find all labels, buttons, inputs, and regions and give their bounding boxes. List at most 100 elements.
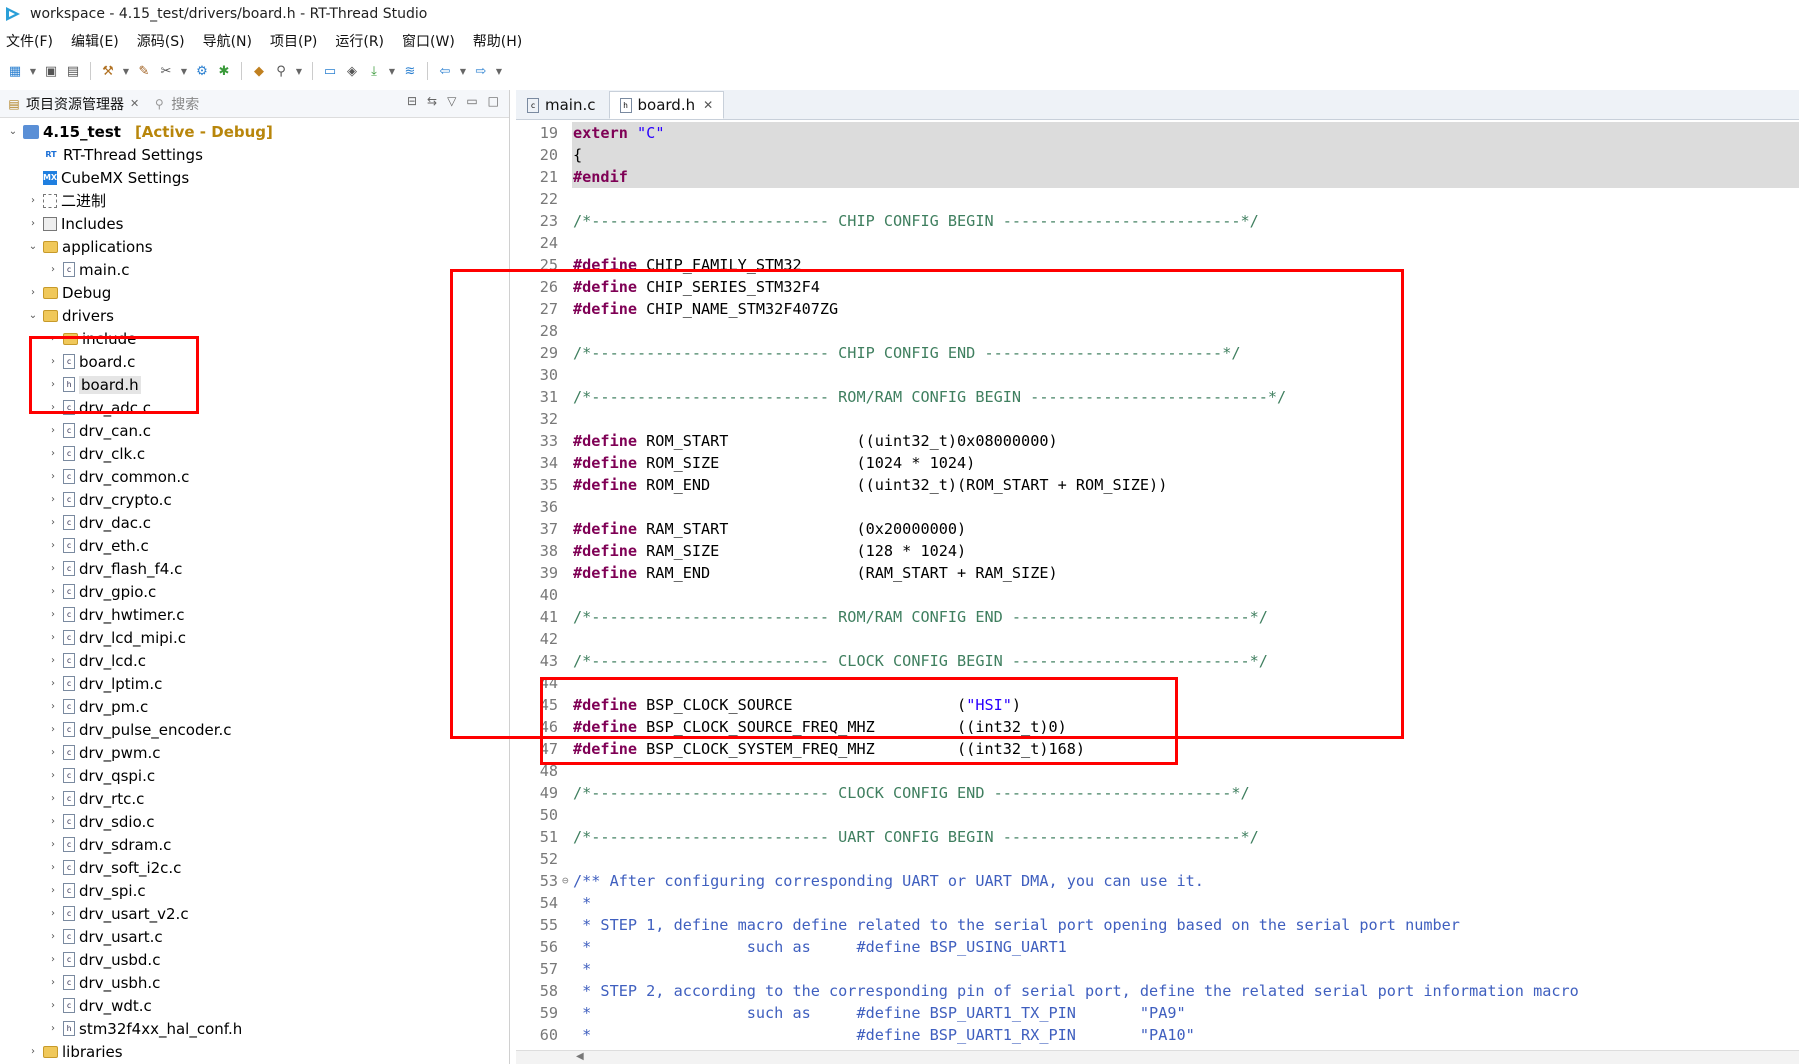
chevron-down-icon[interactable]: ▼ [294, 62, 304, 80]
chevron-right-icon[interactable]: › [46, 839, 60, 850]
cpu-icon[interactable]: ⚙ [193, 62, 211, 80]
chevron-right-icon[interactable]: › [46, 908, 60, 919]
code-line[interactable]: 52 [516, 848, 1799, 870]
chevron-down-icon[interactable]: ▼ [28, 62, 38, 80]
chevron-right-icon[interactable]: › [46, 632, 60, 643]
chevron-right-icon[interactable]: › [46, 724, 60, 735]
chevron-down-icon[interactable]: ⌄ [26, 241, 40, 252]
tree-item-file[interactable]: › c drv_flash_f4.c [0, 557, 509, 580]
menu-item-1[interactable]: 编辑(E) [71, 31, 119, 51]
code-line[interactable]: 21 #endif [516, 166, 1799, 188]
code-line[interactable]: 59 * such as #define BSP_UART1_TX_PIN "P… [516, 1002, 1799, 1024]
chevron-right-icon[interactable]: › [26, 1046, 40, 1057]
chevron-right-icon[interactable]: › [46, 517, 60, 528]
chevron-right-icon[interactable]: › [46, 563, 60, 574]
package-icon[interactable]: ◆ [250, 62, 268, 80]
code-line[interactable]: 28 [516, 320, 1799, 342]
chevron-right-icon[interactable]: › [46, 862, 60, 873]
view-menu-icon[interactable]: ▽ [447, 94, 456, 108]
chevron-right-icon[interactable]: › [46, 770, 60, 781]
tree-item-file[interactable]: › c drv_pm.c [0, 695, 509, 718]
tools-icon[interactable]: ✂ [157, 62, 175, 80]
code-line[interactable]: 48 [516, 760, 1799, 782]
new-icon[interactable]: ▦ [6, 62, 24, 80]
tab-search[interactable]: ⚲ 搜索 [145, 91, 205, 117]
tree-item-file[interactable]: › c drv_qspi.c [0, 764, 509, 787]
close-icon[interactable]: ✕ [130, 97, 139, 110]
tree-item-file[interactable]: › c drv_soft_i2c.c [0, 856, 509, 879]
chevron-down-icon[interactable]: ▼ [494, 62, 504, 80]
chevron-right-icon[interactable]: › [46, 747, 60, 758]
tree-item-debug[interactable]: › Debug [0, 281, 509, 304]
tree-item-file[interactable]: › h board.h [0, 373, 509, 396]
tab-board-h[interactable]: h board.h ✕ [608, 91, 725, 119]
code-line[interactable]: 26 #define CHIP_SERIES_STM32F4 [516, 276, 1799, 298]
tree-item-file[interactable]: › c drv_rtc.c [0, 787, 509, 810]
chevron-down-icon[interactable]: ⌄ [6, 126, 20, 137]
tree-item-file[interactable]: › c drv_common.c [0, 465, 509, 488]
tree-item-file[interactable]: › c drv_spi.c [0, 879, 509, 902]
tab-project-explorer[interactable]: ▤ 项目资源管理器 ✕ [0, 91, 145, 117]
tree-item-file[interactable]: › h stm32f4xx_hal_conf.h [0, 1017, 509, 1040]
code-line[interactable]: 49 /*-------------------------- CLOCK CON… [516, 782, 1799, 804]
menu-item-6[interactable]: 窗口(W) [402, 31, 455, 51]
download-icon[interactable]: ⤓ [365, 62, 383, 80]
chevron-right-icon[interactable]: › [46, 333, 60, 344]
code-line[interactable]: 29 /*-------------------------- CHIP CONF… [516, 342, 1799, 364]
tree-item-file[interactable]: › c drv_sdram.c [0, 833, 509, 856]
chevron-down-icon[interactable]: ▼ [179, 62, 189, 80]
wrench-icon[interactable]: ✎ [135, 62, 153, 80]
tree-item-file[interactable]: › c drv_dac.c [0, 511, 509, 534]
menu-item-2[interactable]: 源码(S) [137, 31, 185, 51]
chevron-right-icon[interactable]: › [46, 586, 60, 597]
close-icon[interactable]: ✕ [703, 98, 713, 112]
chevron-down-icon[interactable]: ▼ [121, 62, 131, 80]
chevron-right-icon[interactable]: › [46, 701, 60, 712]
tree-item-file[interactable]: › c drv_can.c [0, 419, 509, 442]
tree-item-file[interactable]: › c drv_hwtimer.c [0, 603, 509, 626]
tree-item-file[interactable]: › c drv_wdt.c [0, 994, 509, 1017]
tree-item-binaries[interactable]: › 二进制 [0, 189, 509, 212]
tree-item-file[interactable]: › c drv_usbh.c [0, 971, 509, 994]
chevron-right-icon[interactable]: › [46, 931, 60, 942]
menu-item-5[interactable]: 运行(R) [335, 31, 384, 51]
chevron-right-icon[interactable]: › [46, 793, 60, 804]
code-line[interactable]: 34 #define ROM_SIZE (1024 * 1024) [516, 452, 1799, 474]
link-editor-icon[interactable]: ⇆ [427, 94, 437, 108]
tree-item-file[interactable]: › c drv_usart_v2.c [0, 902, 509, 925]
chevron-right-icon[interactable]: › [46, 655, 60, 666]
code-line[interactable]: 45 #define BSP_CLOCK_SOURCE ("HSI") [516, 694, 1799, 716]
chevron-right-icon[interactable]: › [46, 471, 60, 482]
code-line[interactable]: 41 /*-------------------------- ROM/RAM C… [516, 606, 1799, 628]
code-line[interactable]: 43 /*-------------------------- CLOCK CON… [516, 650, 1799, 672]
tree-item-file[interactable]: › c drv_gpio.c [0, 580, 509, 603]
back-icon[interactable]: ⇦ [436, 62, 454, 80]
chevron-right-icon[interactable]: › [46, 425, 60, 436]
chevron-right-icon[interactable]: › [26, 218, 40, 229]
tree-item-file[interactable]: › c drv_lcd.c [0, 649, 509, 672]
tree-item-libraries[interactable]: › libraries [0, 1040, 509, 1063]
code-line[interactable]: 50 [516, 804, 1799, 826]
fold-toggle-icon[interactable]: ⊖ [562, 870, 572, 892]
code-line[interactable]: 56 * such as #define BSP_USING_UART1 [516, 936, 1799, 958]
code-line[interactable]: 47 #define BSP_CLOCK_SYSTEM_FREQ_MHZ ((in… [516, 738, 1799, 760]
code-line[interactable]: 55 * STEP 1, define macro define related… [516, 914, 1799, 936]
code-line[interactable]: 57 * [516, 958, 1799, 980]
tree-item-file[interactable]: › c drv_usart.c [0, 925, 509, 948]
chevron-right-icon[interactable]: › [26, 287, 40, 298]
code-line[interactable]: 39 #define RAM_END (RAM_START + RAM_SIZE) [516, 562, 1799, 584]
chevron-right-icon[interactable]: › [46, 609, 60, 620]
scroll-left-icon[interactable]: ◀ [576, 1051, 584, 1062]
menu-item-7[interactable]: 帮助(H) [473, 31, 522, 51]
code-line[interactable]: 36 [516, 496, 1799, 518]
tree-item-drivers[interactable]: ⌄ drivers [0, 304, 509, 327]
tree-item-file[interactable]: › c drv_clk.c [0, 442, 509, 465]
code-line[interactable]: 60 * #define BSP_UART1_RX_PIN "PA10" [516, 1024, 1799, 1046]
horizontal-scrollbar[interactable]: ◀ [516, 1050, 1799, 1064]
code-line[interactable]: 35 #define ROM_END ((uint32_t)(ROM_START … [516, 474, 1799, 496]
code-area[interactable]: 19 extern "C" 20 {21 #endif 22 23 /*-----------… [516, 122, 1799, 1064]
save-icon[interactable]: ▣ [42, 62, 60, 80]
save-all-icon[interactable]: ▤ [64, 62, 82, 80]
chevron-right-icon[interactable]: › [46, 954, 60, 965]
code-line[interactable]: 42 [516, 628, 1799, 650]
